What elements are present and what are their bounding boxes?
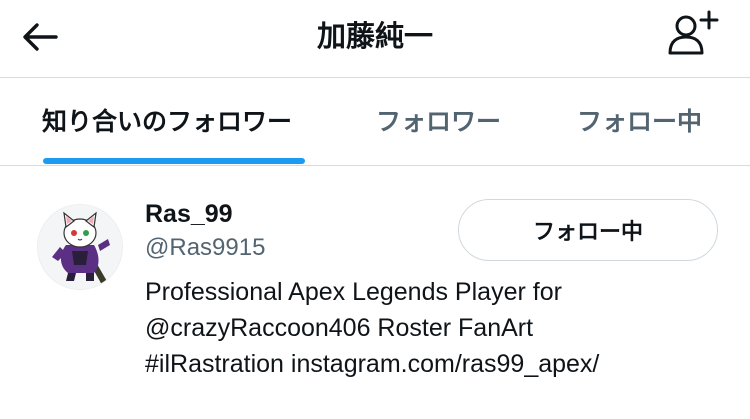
top-bar: 加藤純一 [0, 0, 750, 78]
active-tab-indicator [43, 158, 305, 164]
following-button[interactable]: フォロー中 [458, 199, 718, 261]
tab-bar: 知り合いのフォロワー フォロワー フォロー中 [0, 79, 750, 166]
tab-followers[interactable]: フォロワー [376, 79, 501, 165]
user-bio: Professional Apex Legends Player for @cr… [145, 274, 735, 382]
page-title: 加藤純一 [316, 19, 433, 53]
add-user-icon [668, 10, 719, 55]
user-handle: @Ras9915 [145, 234, 266, 261]
add-user-button[interactable] [664, 8, 722, 60]
bio-line: Professional Apex Legends Player for [145, 278, 562, 306]
tab-following[interactable]: フォロー中 [577, 79, 702, 165]
avatar-image [38, 205, 122, 289]
bio-line: @crazyRaccoon406 Roster FanArt [145, 314, 534, 342]
avatar[interactable] [37, 204, 123, 290]
bio-line: #ilRastration instagram.com/ras99_apex/ [145, 350, 600, 378]
tab-known-followers[interactable]: 知り合いのフォロワー [42, 79, 292, 165]
user-display-name[interactable]: Ras_99 [145, 198, 233, 230]
